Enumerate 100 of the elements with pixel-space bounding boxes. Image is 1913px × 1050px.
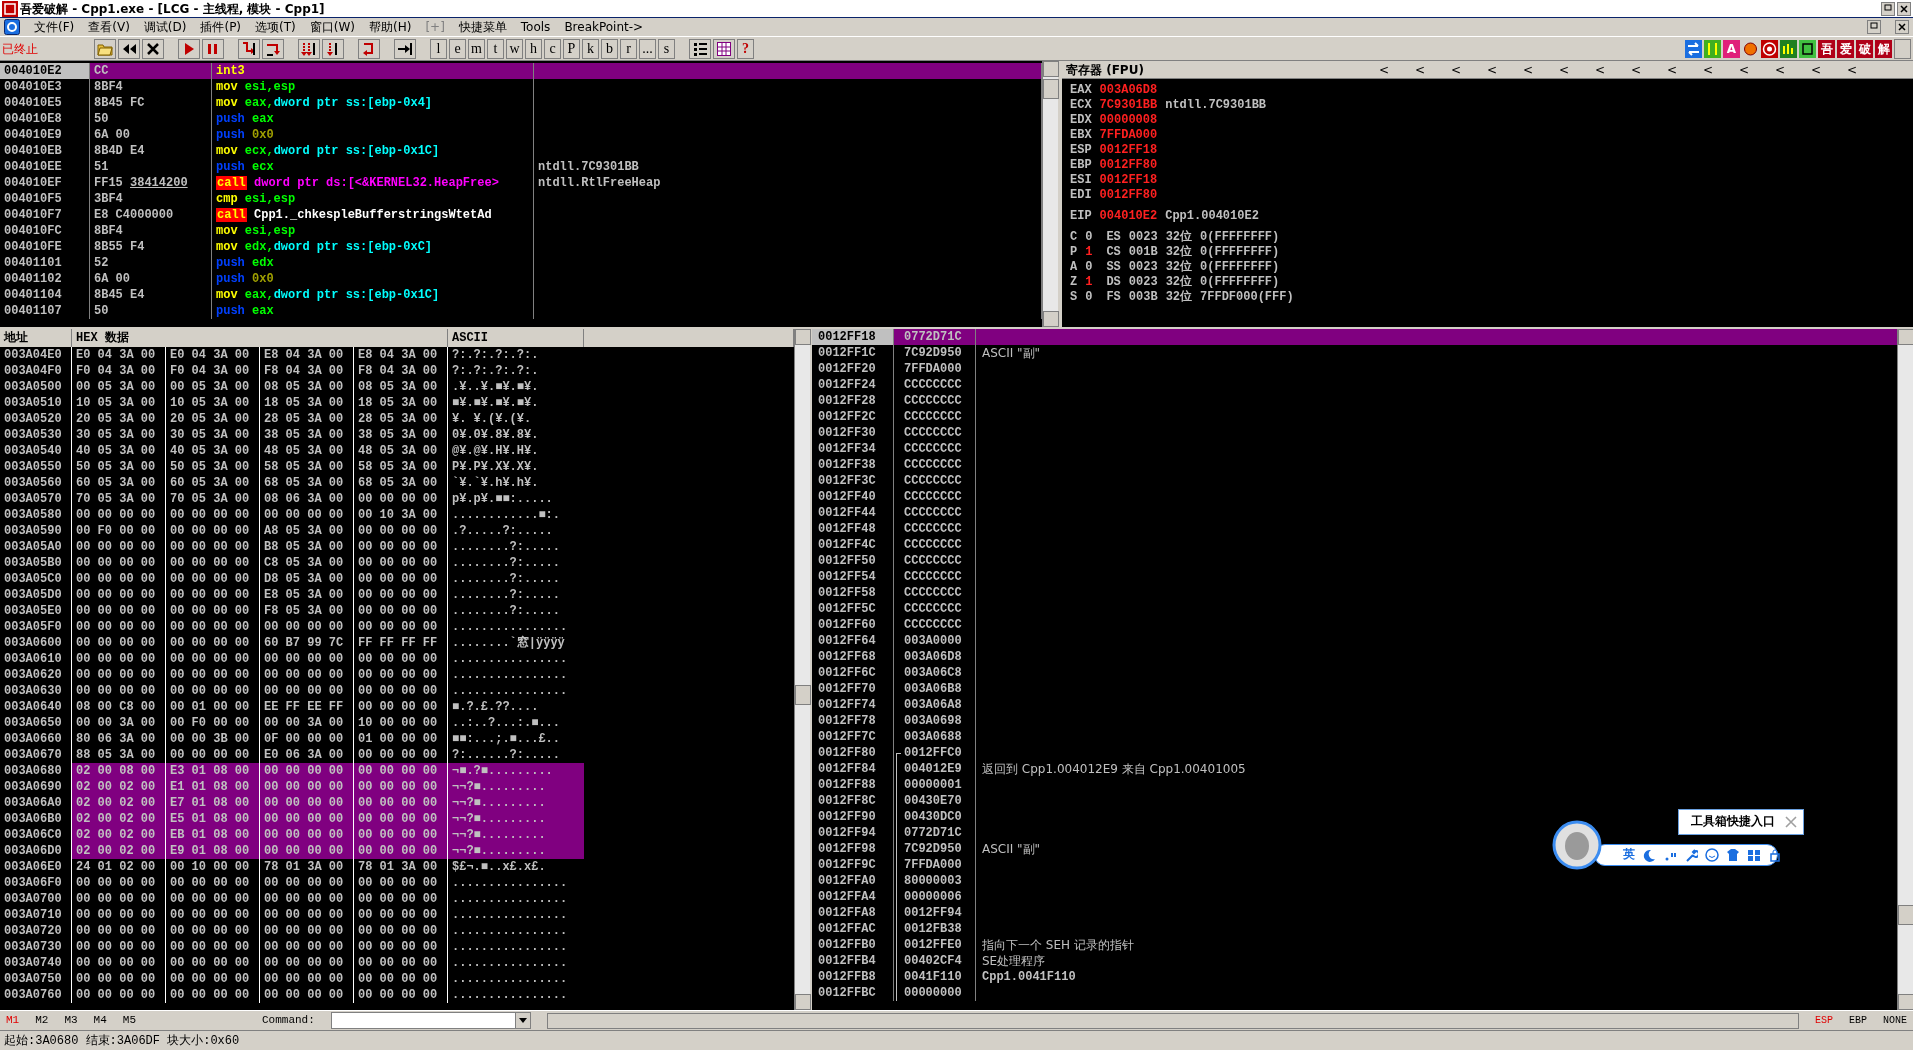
code-row[interactable]: 004010F7 E8 C4000000 call Cpp1._chkespleBufferstringsWtetAd bbox=[0, 207, 1042, 223]
memory-tab[interactable]: M2 bbox=[35, 1012, 49, 1029]
arrow-button[interactable]: < bbox=[1654, 60, 1690, 79]
toolbar-button[interactable]: s bbox=[658, 38, 675, 59]
scrollbar[interactable] bbox=[1042, 61, 1058, 327]
arrow-button[interactable]: < bbox=[1834, 60, 1870, 79]
ascii-cell-text: .?.....?:..... bbox=[451, 523, 554, 539]
memory-tab[interactable]: M5 bbox=[122, 1012, 136, 1029]
arrow-button[interactable]: < bbox=[1762, 60, 1798, 79]
hex-cell: 00 00 00 00 bbox=[354, 603, 448, 619]
instruction-cell: mov eax,dword ptr ss:[ebp-0x4] bbox=[212, 95, 534, 111]
address-cell: 003A0710 bbox=[0, 907, 72, 923]
column-header[interactable]: ASCII bbox=[448, 329, 584, 347]
menu-item[interactable]: 查看(V) bbox=[88, 18, 130, 36]
plugin-button[interactable]: 吾 bbox=[1818, 39, 1835, 58]
menu-item[interactable]: 快捷菜单 bbox=[458, 18, 507, 36]
register-mode[interactable]: EBP bbox=[1848, 1013, 1867, 1028]
memory-tab[interactable]: M4 bbox=[93, 1012, 107, 1029]
memory-tab[interactable]: M3 bbox=[64, 1012, 78, 1029]
value-cell: 004012E9 bbox=[894, 761, 976, 777]
close-icon[interactable] bbox=[1897, 1, 1911, 16]
restore-icon[interactable] bbox=[1867, 20, 1881, 34]
arrow-button[interactable]: < bbox=[1438, 60, 1474, 79]
menu-item[interactable]: Tools bbox=[520, 18, 551, 36]
scrollbar[interactable] bbox=[794, 329, 810, 1010]
hex-cell: F8 04 3A 00 bbox=[354, 363, 448, 379]
refresh-icon[interactable] bbox=[1685, 39, 1702, 58]
target-icon[interactable] bbox=[1761, 39, 1778, 58]
grid-icon[interactable] bbox=[716, 40, 732, 57]
smiley-icon[interactable] bbox=[1705, 848, 1719, 862]
close-icon[interactable] bbox=[145, 40, 161, 57]
menu-item[interactable]: 文件(F) bbox=[34, 18, 75, 36]
value-cell: 003A06D8 bbox=[894, 649, 976, 665]
wrench-icon[interactable] bbox=[1684, 848, 1698, 862]
goto-icon[interactable] bbox=[397, 40, 413, 57]
column-header[interactable]: 地址 bbox=[0, 329, 72, 347]
grid-icon[interactable] bbox=[1747, 848, 1761, 862]
avatar-icon[interactable] bbox=[1552, 820, 1602, 870]
register-mode[interactable]: NONE bbox=[1883, 1013, 1907, 1028]
close-icon[interactable] bbox=[1895, 20, 1909, 34]
hex-cell: 00 00 00 00 bbox=[166, 571, 260, 587]
address-cell: 003A0670 bbox=[0, 747, 72, 763]
arrow-button[interactable]: < bbox=[1510, 60, 1546, 79]
value-cell: CCCCCCCC bbox=[894, 441, 976, 457]
list-icon[interactable] bbox=[692, 40, 708, 57]
toolbar-button[interactable]: k bbox=[582, 38, 599, 59]
dropdown-icon[interactable] bbox=[518, 1018, 527, 1023]
menu-item[interactable]: 选项(T) bbox=[255, 18, 296, 36]
column-header[interactable]: HEX 数据 bbox=[72, 329, 448, 347]
toolbar-button[interactable]: r bbox=[620, 38, 637, 59]
arrow-button[interactable]: < bbox=[1690, 60, 1726, 79]
toolbar-button[interactable]: h bbox=[525, 38, 542, 59]
square-icon[interactable] bbox=[1799, 39, 1816, 58]
shirt-icon[interactable] bbox=[1726, 848, 1740, 862]
restore-icon[interactable] bbox=[1881, 1, 1895, 16]
arrow-button[interactable]: < bbox=[1474, 60, 1510, 79]
moon-icon[interactable] bbox=[1642, 848, 1656, 862]
toolbar-button[interactable]: P bbox=[563, 38, 580, 59]
menu-item[interactable]: 帮助(H) bbox=[369, 18, 412, 36]
comment-cell-text: 指向下一个 SEH 记录的指针 bbox=[981, 937, 1134, 953]
menu-item[interactable]: BreakPoint-> bbox=[564, 18, 644, 36]
scrollbar[interactable] bbox=[1897, 329, 1913, 1010]
toolbar-button[interactable]: l bbox=[430, 38, 447, 59]
arrow-button[interactable]: < bbox=[1618, 60, 1654, 79]
step-into-icon[interactable] bbox=[241, 40, 257, 57]
toolbar-button[interactable]: e bbox=[449, 38, 466, 59]
command-field[interactable] bbox=[330, 1012, 531, 1029]
toolbar-button[interactable]: t bbox=[487, 38, 504, 59]
selected-row[interactable]: 0012FF18 0772D71C bbox=[812, 329, 1897, 345]
help-button[interactable]: ? bbox=[737, 38, 754, 59]
plugin-button[interactable]: 破 bbox=[1856, 39, 1873, 58]
menu-item[interactable]: 窗口(W) bbox=[309, 18, 355, 36]
trace-into-icon[interactable] bbox=[301, 40, 317, 57]
arrow-button[interactable]: < bbox=[1402, 60, 1438, 79]
arrow-button[interactable]: < bbox=[1726, 60, 1762, 79]
toolbar-button[interactable]: ... bbox=[639, 38, 656, 59]
menu-item[interactable]: 插件(P) bbox=[200, 18, 242, 36]
menu-item[interactable]: 调试(D) bbox=[143, 18, 187, 36]
toolbar-button[interactable]: w bbox=[506, 38, 523, 59]
toolbar-button[interactable]: b bbox=[601, 38, 618, 59]
bars-icon[interactable] bbox=[1780, 39, 1797, 58]
plugin-button[interactable]: A bbox=[1723, 39, 1740, 58]
code-row[interactable]: 004010EF FF15 38414200 call dword ptr ds:[<&KERNEL32.HeapFree> ntdll.RtlFreeHeap bbox=[0, 175, 1042, 191]
lock-icon[interactable] bbox=[1768, 848, 1782, 862]
hex-cell: 30 05 3A 00 bbox=[166, 427, 260, 443]
code-row[interactable]: 004010E2 CC int3 bbox=[0, 63, 1042, 79]
plugin-button[interactable]: 解 bbox=[1875, 39, 1892, 58]
language-button[interactable]: 英 bbox=[1623, 846, 1635, 864]
arrow-button[interactable]: < bbox=[1546, 60, 1582, 79]
arrow-button[interactable]: < bbox=[1366, 60, 1402, 79]
address-cell: 0012FF5C bbox=[812, 601, 894, 617]
instruction-cell: mov ecx,dword ptr ss:[ebp-0x1C] bbox=[212, 143, 534, 159]
arrow-button[interactable]: < bbox=[1798, 60, 1834, 79]
arrow-button[interactable]: < bbox=[1582, 60, 1618, 79]
value-cell: 00000000 bbox=[894, 985, 976, 1001]
plugin-button[interactable]: 爱 bbox=[1837, 39, 1854, 58]
circle-icon[interactable] bbox=[1742, 39, 1759, 58]
toolbar-button[interactable]: c bbox=[544, 38, 561, 59]
segment-base: 0(FFFFFFFF) bbox=[1200, 260, 1280, 275]
toolbar-button[interactable]: m bbox=[468, 38, 485, 59]
